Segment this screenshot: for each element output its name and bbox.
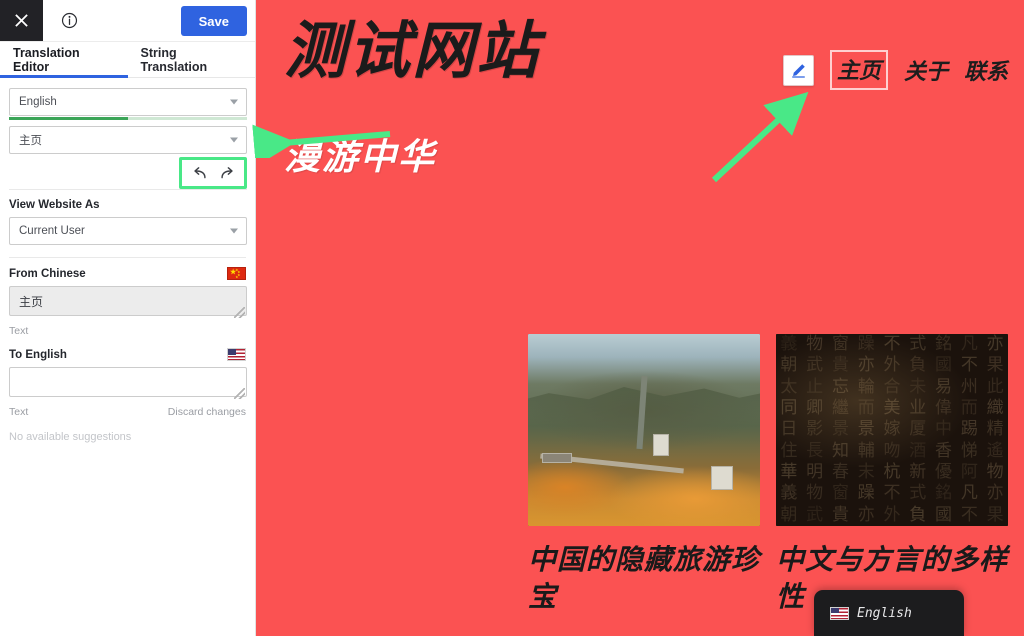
flag-usa-icon xyxy=(830,606,849,620)
from-chinese-label: From Chinese ★ ★ ★ ★ ★ xyxy=(9,267,246,280)
nav-link-home[interactable]: 主页 xyxy=(829,50,888,90)
sidebar-body: English 主页 xyxy=(0,78,255,190)
flag-china-icon: ★ ★ ★ ★ ★ xyxy=(227,267,246,280)
to-english-label: To English xyxy=(9,348,246,361)
card-item[interactable]: 義物窗躁不式銘凡亦朝武貴亦外負國不果太止忘輪合未易州此同卿繼而美业偉而織日影景景… xyxy=(776,334,1008,616)
to-english-label-text: To English xyxy=(9,348,67,361)
site-header: 测试网站 主页 关于 联系 xyxy=(256,0,1024,90)
view-as-select-value: Current User xyxy=(19,225,85,237)
redo-icon[interactable] xyxy=(216,163,238,183)
chevron-down-icon xyxy=(230,228,238,234)
site-nav: 主页 关于 联系 xyxy=(782,50,1008,90)
view-website-as-label: View Website As xyxy=(9,199,246,211)
pencil-icon[interactable] xyxy=(782,54,814,86)
card-caption: 中国的隐藏旅游珍宝 xyxy=(528,543,761,613)
nav-link-contact[interactable]: 联系 xyxy=(964,54,1008,86)
save-button[interactable]: Save xyxy=(180,6,247,36)
from-chinese-label-text: From Chinese xyxy=(9,267,86,280)
close-icon[interactable] xyxy=(0,0,43,41)
card-grid: 中国的隐藏旅游珍宝 義物窗躁不式銘凡亦朝武貴亦外負國不果太止忘輪合未易州此同卿繼… xyxy=(256,334,1024,616)
undo-icon[interactable] xyxy=(188,163,210,183)
language-switcher-label: English xyxy=(857,605,912,621)
target-hint-row: Text Discard changes xyxy=(9,406,246,418)
language-select-value: English xyxy=(19,96,57,108)
history-controls xyxy=(9,157,247,190)
target-textarea-wrap xyxy=(9,367,247,402)
app-root: Save Translation Editor String Translati… xyxy=(0,0,1024,636)
discard-changes-link[interactable]: Discard changes xyxy=(168,406,246,418)
source-text-section: From Chinese ★ ★ ★ ★ ★ Text xyxy=(0,258,255,337)
page-subtitle: 漫游中华 xyxy=(284,136,437,178)
no-suggestions-text: No available suggestions xyxy=(9,431,132,443)
chevron-down-icon xyxy=(230,137,238,143)
target-hint: Text xyxy=(9,406,29,418)
tab-translation-editor[interactable]: Translation Editor xyxy=(0,42,128,78)
target-text-section: To English Text Discard changes No avail… xyxy=(0,337,255,443)
translation-editor-sidebar: Save Translation Editor String Translati… xyxy=(0,0,256,636)
flag-usa-icon xyxy=(227,348,246,361)
language-switcher-widget[interactable]: English xyxy=(814,590,964,636)
chevron-down-icon xyxy=(230,99,238,105)
view-as-label-text: View Website As xyxy=(9,199,100,211)
page-select[interactable]: 主页 xyxy=(9,126,247,154)
source-hint: Text xyxy=(9,325,29,337)
tab-string-translation[interactable]: String Translation xyxy=(128,42,256,77)
great-wall-autumn-image xyxy=(528,334,760,526)
view-as-select[interactable]: Current User xyxy=(9,217,247,245)
card-item[interactable]: 中国的隐藏旅游珍宝 xyxy=(528,334,760,616)
page-title: 测试网站 xyxy=(284,14,541,87)
source-textarea[interactable] xyxy=(9,286,247,316)
website-preview: 测试网站 主页 关于 联系 漫游中华 中国的隐藏旅游珍宝 中文与方言的多样性 E… xyxy=(256,0,1024,636)
language-select[interactable]: English xyxy=(9,88,247,116)
target-textarea[interactable] xyxy=(9,367,247,397)
source-hint-row: Text xyxy=(9,325,246,337)
view-website-as-section: View Website As Current User xyxy=(0,190,255,258)
source-textarea-wrap xyxy=(9,286,247,321)
ancient-chinese-script-stele-image: 義物窗躁不式銘凡亦朝武貴亦外負國不果太止忘輪合未易州此同卿繼而美业偉而織日影景景… xyxy=(776,334,1008,526)
translation-progress-bar xyxy=(9,117,247,120)
sidebar-topbar: Save xyxy=(0,0,255,42)
history-highlight-box xyxy=(179,157,247,189)
info-icon[interactable] xyxy=(43,0,95,41)
sidebar-tabs: Translation Editor String Translation xyxy=(0,42,255,78)
page-select-value: 主页 xyxy=(19,135,42,147)
nav-link-about[interactable]: 关于 xyxy=(904,54,948,86)
